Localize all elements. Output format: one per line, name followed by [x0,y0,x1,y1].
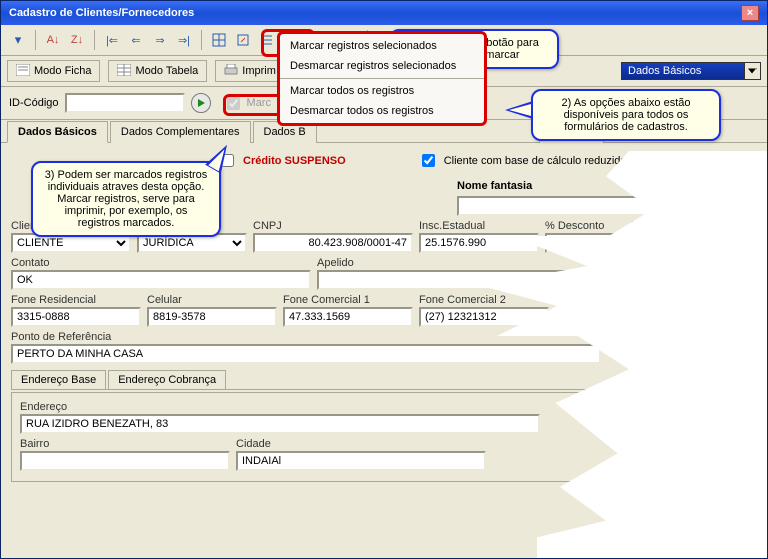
base-reduzida-chk[interactable]: Cliente com base de cálculo reduzida [418,151,627,170]
titlebar: Cadastro de Clientes/Fornecedores × [1,1,767,25]
bairro-label: Bairro [20,438,230,450]
ponto-ref-label: Ponto de Referência [11,331,601,343]
address-fieldset: Endereço Bairro Cidade [11,392,757,482]
close-icon[interactable]: × [741,5,759,21]
apelido-label: Apelido [317,257,577,269]
go-button[interactable] [191,93,211,113]
apelido-input[interactable] [317,270,577,290]
contato-label: Contato [11,257,311,269]
tab-label: Endereço Base [21,374,96,386]
fone-c2-label: Fone Comercial 2 [419,294,549,306]
mark-dropdown-menu: Marcar registros selecionados Desmarcar … [277,31,487,126]
modo-tabela-button[interactable]: Modo Tabela [108,60,207,82]
nome-fantasia-label: Nome fantasia [457,180,532,192]
menu-label: Marcar todos os registros [290,85,414,97]
endereco-input[interactable] [20,414,540,434]
fone-c1-input[interactable] [283,307,413,327]
menu-desmarcar-todos[interactable]: Desmarcar todos os registros [280,101,484,121]
credito-suspenso-label: Crédito SUSPENSO [243,155,346,167]
callout-text: 3) Podem ser marcados registros individu… [45,169,208,229]
imprimir-button[interactable]: Imprim [215,60,285,82]
desconto-input[interactable] [545,233,625,253]
section-combo-label: Dados Básicos [628,65,701,77]
cnpj-input[interactable] [253,233,413,253]
tab-label: Dados Básicos [18,126,97,138]
endereco-label: Endereço [20,401,540,413]
marcar-checkbox[interactable] [227,97,240,110]
contato-input[interactable] [11,270,311,290]
tab-endereco-base[interactable]: Endereço Base [11,370,106,389]
cidade-label: Cidade [236,438,486,450]
insc-estadual-input[interactable] [419,233,539,253]
credito-suspenso-chk[interactable]: Crédito SUSPENSO [217,151,346,170]
id-codigo-input[interactable] [65,93,185,113]
first-record-icon[interactable]: |⇐ [101,29,123,51]
annotation-callout-2: 2) As opções abaixo estão disponíveis pa… [531,89,721,141]
menu-label: Desmarcar registros selecionados [290,60,456,72]
modo-ficha-label: Modo Ficha [34,65,91,77]
tab-dados-complementares[interactable]: Dados Complementares [110,121,251,143]
id-codigo-label: ID-Código [9,97,59,109]
fone-c1-label: Fone Comercial 1 [283,294,413,306]
base-reduzida-label: Cliente com base de cálculo reduzida [444,155,627,167]
fone-res-label: Fone Residencial [11,294,141,306]
cidade-input[interactable] [236,451,486,471]
table-icon [117,64,131,78]
menu-marcar-todos[interactable]: Marcar todos os registros [280,81,484,101]
menu-desmarcar-selecionados[interactable]: Desmarcar registros selecionados [280,56,484,76]
export-icon[interactable] [232,29,254,51]
celular-input[interactable] [147,307,277,327]
prev-record-icon[interactable]: ⇐ [125,29,147,51]
filter-icon[interactable]: ▾ [7,29,29,51]
tab-label: Dados Complementares [121,126,240,138]
annotation-callout-3: 3) Podem ser marcados registros individu… [31,161,221,237]
tab-endereco-cobranca[interactable]: Endereço Cobrança [108,370,226,389]
sort-asc-icon[interactable]: A↓ [42,29,64,51]
next-record-icon[interactable]: ⇒ [149,29,171,51]
list-icon[interactable] [256,29,278,51]
insc-estadual-label: Insc.Estadual [419,220,539,232]
modo-ficha-button[interactable]: Modo Ficha [7,60,100,82]
fone-c2-input[interactable] [419,307,549,327]
last-record-icon[interactable]: ⇒| [173,29,195,51]
f-input[interactable] [555,307,605,327]
printer-icon [224,64,238,78]
window-title: Cadastro de Clientes/Fornecedores [9,7,194,19]
ponto-ref-input[interactable] [11,344,601,364]
address-tabs: Endereço Base Endereço Cobrança [11,370,757,390]
menu-marcar-selecionados[interactable]: Marcar registros selecionados [280,36,484,56]
marcar-label: Marc [247,97,271,109]
tab-label: Endereço Cobrança [118,374,216,386]
menu-label: Desmarcar todos os registros [290,105,434,117]
card-icon [16,64,30,78]
limite-label: Limite c [631,220,691,232]
bairro-input[interactable] [20,451,230,471]
cnpj-label: CNPJ [253,220,413,232]
tab-label: Dados B [264,126,306,138]
sort-desc-icon[interactable]: Z↓ [66,29,88,51]
f-label: F [555,294,605,306]
fone-res-input[interactable] [11,307,141,327]
tab-dados-basicos[interactable]: Dados Básicos [7,121,108,143]
chevron-down-icon [744,63,760,79]
limite-input[interactable] [631,233,691,253]
grid-icon[interactable] [208,29,230,51]
modo-tabela-label: Modo Tabela [135,65,198,77]
desconto-label: % Desconto [545,220,625,232]
nome-fantasia-input[interactable] [457,196,717,216]
imprimir-label: Imprim [242,65,276,77]
callout-text: 2) As opções abaixo estão disponíveis pa… [561,97,690,133]
section-combo[interactable]: Dados Básicos [621,62,761,80]
celular-label: Celular [147,294,277,306]
menu-label: Marcar registros selecionados [290,40,437,52]
